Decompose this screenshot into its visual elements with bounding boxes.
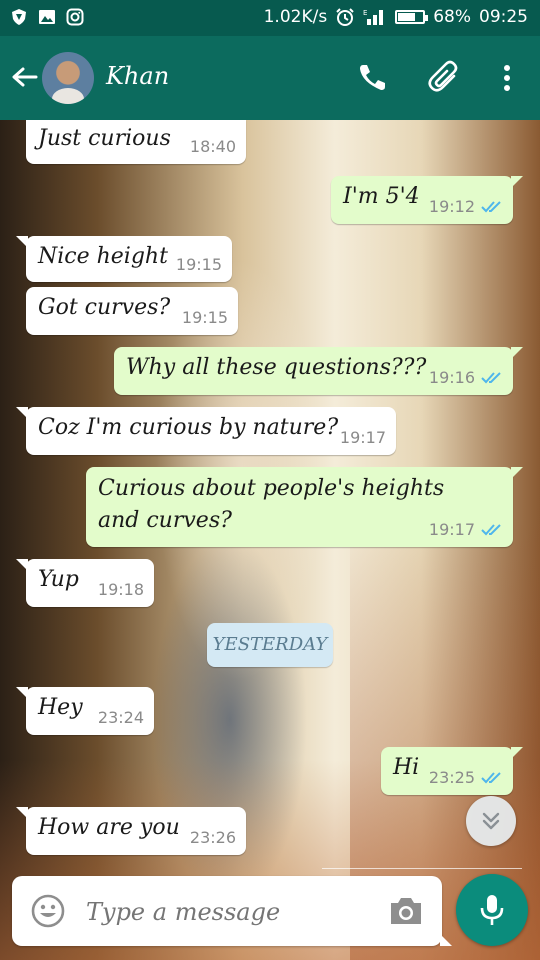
- network-speed: 1.02K/s: [263, 7, 328, 27]
- attach-icon[interactable]: [426, 60, 462, 96]
- message-time: 19:18: [97, 580, 144, 599]
- message-text: Coz I'm curious by nature?: [38, 415, 339, 440]
- battery-percent: 68%: [433, 7, 471, 27]
- clock: 09:25: [479, 7, 528, 27]
- message-time: 19:17: [339, 428, 386, 447]
- message-text: Yup: [38, 567, 79, 592]
- message-text: Hi: [393, 755, 420, 780]
- date-divider: YESTERDAY: [207, 623, 333, 667]
- gallery-icon: [39, 10, 55, 24]
- alarm-icon: [336, 8, 354, 26]
- back-arrow-icon[interactable]: [8, 62, 40, 94]
- emoji-icon[interactable]: [30, 893, 66, 929]
- message-time: 19:15: [175, 255, 222, 274]
- message-incoming[interactable]: How are you 23:26: [16, 807, 246, 855]
- message-time: 23:24: [97, 708, 144, 727]
- message-outgoing[interactable]: Curious about people's heights and curve…: [86, 467, 523, 547]
- message-time: 23:26: [189, 828, 236, 847]
- message-time: 23:25: [428, 768, 475, 787]
- message-incoming[interactable]: Yup 19:18: [16, 559, 154, 607]
- message-time: 19:17: [428, 520, 475, 539]
- menu-icon[interactable]: [490, 60, 526, 96]
- message-input[interactable]: [84, 890, 378, 934]
- signal-icon: E: [363, 9, 384, 25]
- read-ticks-icon: [481, 524, 501, 536]
- message-outgoing[interactable]: Hi 23:25: [381, 747, 523, 795]
- avatar[interactable]: [42, 52, 94, 104]
- message-incoming[interactable]: Coz I'm curious by nature? 19:17: [16, 407, 396, 455]
- message-text: I'm 5'4: [343, 184, 420, 209]
- message-text: Just curious: [38, 126, 171, 151]
- contact-name[interactable]: Khan: [106, 62, 169, 90]
- status-bar: 1.02K/s E 68% 09:25: [0, 0, 540, 36]
- message-incoming[interactable]: Just curious 18:40: [26, 120, 246, 164]
- message-incoming[interactable]: Got curves? 19:15: [26, 287, 238, 335]
- read-ticks-icon: [481, 772, 501, 784]
- call-icon[interactable]: [354, 60, 390, 96]
- message-incoming[interactable]: Hey 23:24: [16, 687, 154, 735]
- instagram-icon: [66, 8, 84, 26]
- read-ticks-icon: [481, 201, 501, 213]
- battery-icon: [395, 10, 429, 24]
- message-outgoing[interactable]: I'm 5'4 19:12: [331, 176, 523, 224]
- message-time: 18:40: [189, 137, 236, 156]
- message-incoming[interactable]: Nice height 19:15: [16, 236, 232, 282]
- vpn-shield-icon: [12, 9, 26, 25]
- chevron-double-down-icon: [482, 812, 500, 830]
- mic-icon: [480, 895, 504, 925]
- svg-text:E: E: [363, 9, 367, 17]
- message-time: 19:15: [181, 308, 228, 327]
- message-time: 19:16: [428, 368, 475, 387]
- message-time: 19:12: [428, 197, 475, 216]
- message-composer: [12, 876, 452, 946]
- message-text: Nice height: [38, 244, 168, 269]
- message-outgoing[interactable]: Why all these questions??? 19:16: [114, 347, 523, 395]
- voice-record-button[interactable]: [456, 874, 528, 946]
- message-text: Got curves?: [38, 295, 171, 320]
- message-text: How are you: [38, 815, 180, 840]
- message-text: Hey: [38, 695, 83, 720]
- scroll-to-bottom-button[interactable]: [466, 796, 516, 846]
- read-ticks-icon: [481, 372, 501, 384]
- chat-header: Khan: [0, 36, 540, 120]
- divider: [322, 868, 522, 869]
- message-text: Why all these questions???: [126, 355, 427, 380]
- camera-icon[interactable]: [388, 896, 424, 926]
